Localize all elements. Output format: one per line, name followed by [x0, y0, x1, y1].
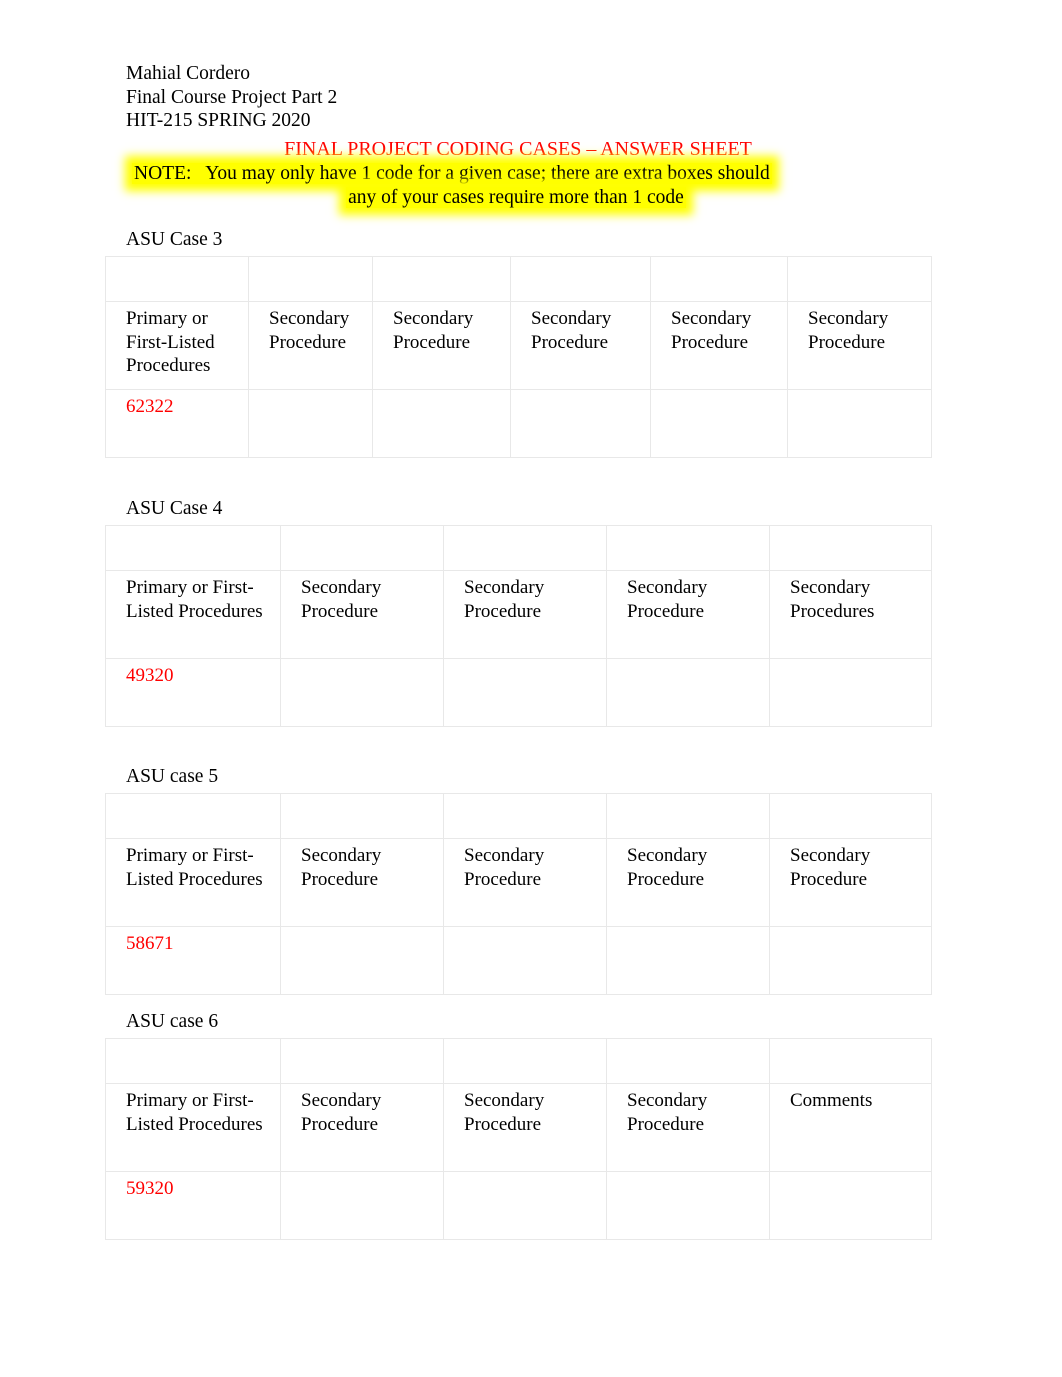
column-header: Secondary Procedure [606, 1083, 770, 1172]
column-header: Secondary Procedure [787, 301, 932, 390]
spacer-cell [510, 256, 651, 302]
column-header: Primary or First-Listed Procedures [105, 570, 281, 659]
case-block-4: ASU case 6 Primary or First-Listed Proce… [105, 1010, 935, 1240]
spacer-cell [769, 1038, 932, 1084]
column-header: Secondary Procedures [769, 570, 932, 659]
column-header: Secondary Procedure [650, 301, 788, 390]
table-row-header: Primary or First-Listed Procedures Secon… [105, 838, 932, 927]
table-row: 49320 [105, 658, 932, 727]
column-header: Comments [769, 1083, 932, 1172]
table-row-spacer [105, 1038, 932, 1084]
column-header: Primary or First-Listed Procedures [105, 838, 281, 927]
code-cell[interactable] [606, 658, 770, 727]
code-cell[interactable]: 62322 [105, 389, 249, 458]
code-cell[interactable] [769, 926, 932, 995]
spacer-cell [443, 1038, 607, 1084]
code-cell[interactable] [606, 1171, 770, 1240]
spacer-cell [606, 1038, 770, 1084]
note-block: NOTE: You may only have 1 code for a giv… [126, 162, 936, 210]
table-row-spacer [105, 525, 932, 571]
column-header: Secondary Procedure [280, 570, 444, 659]
spacer-cell [280, 793, 444, 839]
spacer-cell [443, 793, 607, 839]
spacer-cell [650, 256, 788, 302]
code-cell[interactable]: 49320 [105, 658, 281, 727]
code-cell[interactable]: 59320 [105, 1171, 281, 1240]
table-row: 59320 [105, 1171, 932, 1240]
author-name: Mahial Cordero [126, 63, 251, 84]
case-label: ASU case 5 [126, 766, 219, 787]
case-block-2: ASU Case 4 Primary or First-Listed Proce… [105, 497, 935, 727]
column-header: Secondary Procedure [606, 570, 770, 659]
spacer-cell [606, 793, 770, 839]
column-header: Secondary Procedure [248, 301, 373, 390]
spacer-cell [105, 1038, 281, 1084]
document-page: Mahial Cordero Final Course Project Part… [0, 0, 1062, 1377]
case-block-3: ASU case 5 Primary or First-Listed Proce… [105, 765, 935, 995]
case-label: ASU Case 3 [126, 229, 223, 250]
course-code: HIT-215 SPRING 2020 [126, 110, 311, 131]
code-cell[interactable] [280, 658, 444, 727]
column-header: Secondary Procedure [606, 838, 770, 927]
code-cell[interactable] [280, 926, 444, 995]
column-header: Secondary Procedure [443, 570, 607, 659]
column-header: Primary or First-Listed Procedures [105, 1083, 281, 1172]
note-line-two: any of your cases require more than 1 co… [96, 186, 936, 210]
note-line-one: NOTE: You may only have 1 code for a giv… [132, 162, 936, 186]
column-header: Secondary Procedure [372, 301, 511, 390]
note-highlight-one: NOTE: You may only have 1 code for a giv… [132, 162, 772, 184]
spacer-cell [769, 793, 932, 839]
note-highlight-two: any of your cases require more than 1 co… [346, 186, 686, 208]
code-cell[interactable] [443, 926, 607, 995]
spacer-cell [280, 1038, 444, 1084]
table-row-spacer [105, 256, 932, 302]
case-table: Primary or First-Listed Procedures Secon… [105, 256, 932, 458]
code-cell[interactable] [606, 926, 770, 995]
spacer-cell [443, 525, 607, 571]
spacer-cell [105, 525, 281, 571]
code-cell[interactable] [650, 389, 788, 458]
spacer-cell [248, 256, 373, 302]
code-cell[interactable]: 58671 [105, 926, 281, 995]
spacer-cell [606, 525, 770, 571]
column-header: Secondary Procedure [443, 1083, 607, 1172]
code-cell[interactable] [510, 389, 651, 458]
column-header: Secondary Procedure [769, 838, 932, 927]
column-header: Secondary Procedure [280, 1083, 444, 1172]
spacer-cell [105, 256, 249, 302]
case-table: Primary or First-Listed Procedures Secon… [105, 1038, 932, 1240]
code-cell[interactable] [769, 1171, 932, 1240]
case-label: ASU case 6 [126, 1011, 219, 1032]
code-cell[interactable] [769, 658, 932, 727]
table-row-header: Primary or First-Listed Procedures Secon… [105, 301, 932, 390]
document-header: Mahial Cordero Final Course Project Part… [126, 62, 956, 210]
page-title: FINAL PROJECT CODING CASES – ANSWER SHEE… [284, 137, 752, 160]
column-header: Secondary Procedure [510, 301, 651, 390]
spacer-cell [372, 256, 511, 302]
table-row: 62322 [105, 389, 932, 458]
case-block-1: ASU Case 3 Primary or First-Listed Proce… [105, 228, 935, 458]
code-cell[interactable] [443, 658, 607, 727]
case-table: Primary or First-Listed Procedures Secon… [105, 525, 932, 727]
code-cell[interactable] [372, 389, 511, 458]
spacer-cell [280, 525, 444, 571]
case-table: Primary or First-Listed Procedures Secon… [105, 793, 932, 995]
spacer-cell [105, 793, 281, 839]
code-cell[interactable] [280, 1171, 444, 1240]
assignment-name: Final Course Project Part 2 [126, 86, 338, 108]
table-row-header: Primary or First-Listed Procedures Secon… [105, 570, 932, 659]
column-header: Secondary Procedure [280, 838, 444, 927]
spacer-cell [787, 256, 932, 302]
table-row-spacer [105, 793, 932, 839]
code-cell[interactable] [443, 1171, 607, 1240]
case-label: ASU Case 4 [126, 498, 223, 519]
code-cell[interactable] [248, 389, 373, 458]
table-row: 58671 [105, 926, 932, 995]
column-header: Secondary Procedure [443, 838, 607, 927]
table-row-header: Primary or First-Listed Procedures Secon… [105, 1083, 932, 1172]
code-cell[interactable] [787, 389, 932, 458]
spacer-cell [769, 525, 932, 571]
column-header: Primary or First-Listed Procedures [105, 301, 249, 390]
